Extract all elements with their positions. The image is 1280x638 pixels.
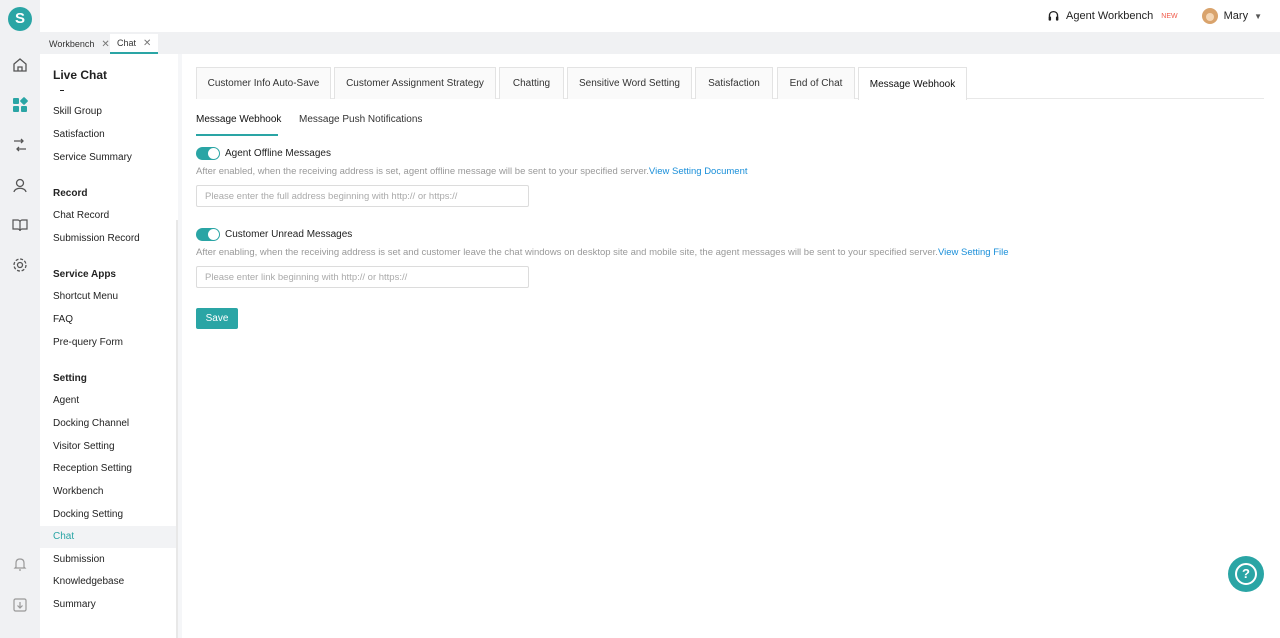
tab-customer-info-auto-save[interactable]: Customer Info Auto-Save — [196, 67, 331, 99]
sidebar-item-agent[interactable]: Agent — [40, 390, 178, 412]
sidebar-item-submission-record[interactable]: Submission Record — [40, 228, 178, 250]
icon-rail: S — [0, 0, 40, 638]
sidebar-item-docking-channel[interactable]: Docking Channel — [40, 413, 178, 435]
sidebar-item-satisfaction[interactable]: Satisfaction — [40, 124, 178, 146]
chevron-down-icon[interactable]: ▼ — [1254, 12, 1262, 21]
sidebar-item-reception-setting[interactable]: Reception Setting — [40, 458, 178, 480]
sub-tab-message-webhook[interactable]: Message Webhook — [196, 114, 281, 125]
close-icon[interactable]: ✕ — [101, 39, 109, 50]
agent-offline-address-input[interactable] — [196, 185, 529, 207]
tab-message-webhook[interactable]: Message Webhook — [858, 67, 967, 100]
sidebar-item-workbench[interactable]: Workbench — [40, 481, 178, 503]
save-button[interactable]: Save — [196, 308, 238, 329]
tab-satisfaction[interactable]: Satisfaction — [695, 67, 773, 99]
agent-workbench-link[interactable]: Agent Workbench — [1066, 10, 1153, 22]
sidebar-item-chat-record[interactable]: Chat Record — [40, 205, 178, 227]
sidebar-item-docking-setting[interactable]: Docking Setting — [40, 504, 178, 526]
agent-offline-label: Agent Offline Messages — [225, 148, 331, 159]
page-tab-label: Workbench — [49, 39, 95, 49]
tab-customer-assignment-strategy[interactable]: Customer Assignment Strategy — [334, 67, 496, 99]
page-tab-label: Chat — [117, 38, 137, 48]
bell-icon[interactable] — [11, 555, 29, 573]
sidebar-title: Live Chat — [53, 68, 108, 82]
sub-tab-message-push-notifications[interactable]: Message Push Notifications — [299, 114, 422, 125]
active-sub-tab-indicator — [196, 134, 278, 136]
page-tab-workbench[interactable]: Workbench ✕ — [42, 34, 117, 54]
sidebar-item-submission[interactable]: Submission — [40, 549, 178, 571]
dashboard-icon[interactable] — [11, 96, 29, 114]
sidebar-scrollbar[interactable] — [176, 220, 178, 638]
config-tabs: Customer Info Auto-Save Customer Assignm… — [196, 67, 1264, 100]
headset-icon — [1048, 10, 1059, 21]
new-badge: NEW — [1161, 12, 1178, 20]
user-name[interactable]: Mary — [1224, 10, 1248, 22]
page-tab-chat[interactable]: Chat ✕ — [110, 34, 159, 54]
sidebar-section-service-apps: Service Apps — [53, 269, 116, 280]
app-logo[interactable]: S — [8, 7, 32, 31]
agent-offline-toggle[interactable] — [196, 147, 220, 160]
sidebar-item-summary[interactable]: Summary — [40, 594, 178, 616]
sidebar-item-visitor-setting[interactable]: Visitor Setting — [40, 436, 178, 458]
sidebar-item-service-summary[interactable]: Service Summary — [40, 147, 178, 169]
help-button[interactable]: ? — [1228, 556, 1264, 592]
settings-icon[interactable] — [11, 256, 29, 274]
sidebar-item-shortcut-menu[interactable]: Shortcut Menu — [40, 286, 178, 308]
sidebar-item-skill-group[interactable]: Skill Group — [40, 101, 178, 123]
customer-unread-label: Customer Unread Messages — [225, 229, 353, 240]
routing-icon[interactable] — [11, 136, 29, 154]
agent-icon[interactable] — [11, 176, 29, 194]
book-icon[interactable] — [11, 216, 29, 234]
help-icon: ? — [1235, 563, 1257, 585]
top-bar: Agent Workbench NEW Mary ▼ — [40, 0, 1280, 32]
view-setting-document-link[interactable]: View Setting Document — [649, 166, 748, 177]
customer-unread-toggle[interactable] — [196, 228, 220, 241]
main-panel: Customer Info Auto-Save Customer Assignm… — [182, 54, 1280, 638]
tab-chatting[interactable]: Chatting — [499, 67, 564, 99]
agent-offline-description: After enabled, when the receiving addres… — [196, 166, 748, 177]
divider — [60, 90, 64, 91]
customer-unread-address-input[interactable] — [196, 266, 529, 288]
download-icon[interactable] — [11, 596, 29, 614]
page-tabs-bar: Workbench ✕ Chat ✕ — [40, 32, 1280, 54]
tab-sensitive-word-setting[interactable]: Sensitive Word Setting — [567, 67, 692, 99]
customer-unread-description: After enabling, when the receiving addre… — [196, 247, 1009, 258]
sidebar-menu: Live Chat Skill Group Satisfaction Servi… — [40, 54, 178, 638]
sidebar-section-record: Record — [53, 188, 88, 199]
sidebar-item-pre-query-form[interactable]: Pre-query Form — [40, 332, 178, 354]
sidebar-item-knowledgebase[interactable]: Knowledgebase — [40, 571, 178, 593]
sidebar-item-chat[interactable]: Chat — [40, 526, 178, 548]
home-icon[interactable] — [11, 56, 29, 74]
close-icon[interactable]: ✕ — [143, 38, 151, 49]
view-setting-file-link[interactable]: View Setting File — [938, 247, 1009, 258]
sidebar-item-faq[interactable]: FAQ — [40, 309, 178, 331]
tab-end-of-chat[interactable]: End of Chat — [777, 67, 855, 99]
sidebar-section-setting: Setting — [53, 373, 87, 384]
avatar[interactable] — [1201, 8, 1218, 24]
